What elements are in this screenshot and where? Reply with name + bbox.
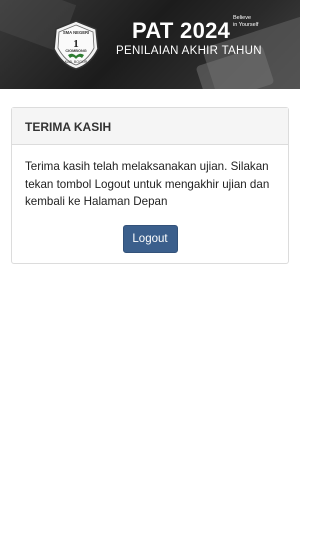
tagline: Believe in Yourself (233, 15, 258, 29)
tagline-line: in Yourself (233, 22, 259, 28)
svg-text:KAB. BOGOR: KAB. BOGOR (65, 60, 88, 64)
panel-body: Terima kasih telah melaksanakan ujian. S… (12, 145, 288, 253)
exam-title: PAT 2024 (132, 18, 231, 43)
panel-title: TERIMA KASIH (12, 108, 288, 145)
svg-text:CIOMBONG: CIOMBONG (65, 49, 86, 53)
thank-you-message: Terima kasih telah melaksanakan ujian. S… (25, 160, 270, 208)
school-logo-icon: SMA NEGERI 1 CIOMBONG KAB. BOGOR (50, 19, 102, 71)
svg-text:SMA NEGERI: SMA NEGERI (63, 30, 89, 35)
thank-you-panel: TERIMA KASIH Terima kasih telah melaksan… (11, 107, 289, 264)
exam-subtitle: PENILAIAN AKHIR TAHUN (116, 45, 262, 57)
button-row: Logout (25, 224, 275, 253)
logout-button[interactable]: Logout (122, 224, 178, 253)
tagline-line: Believe (233, 15, 252, 21)
header-banner: SMA NEGERI 1 CIOMBONG KAB. BOGOR PAT 202… (0, 0, 300, 89)
